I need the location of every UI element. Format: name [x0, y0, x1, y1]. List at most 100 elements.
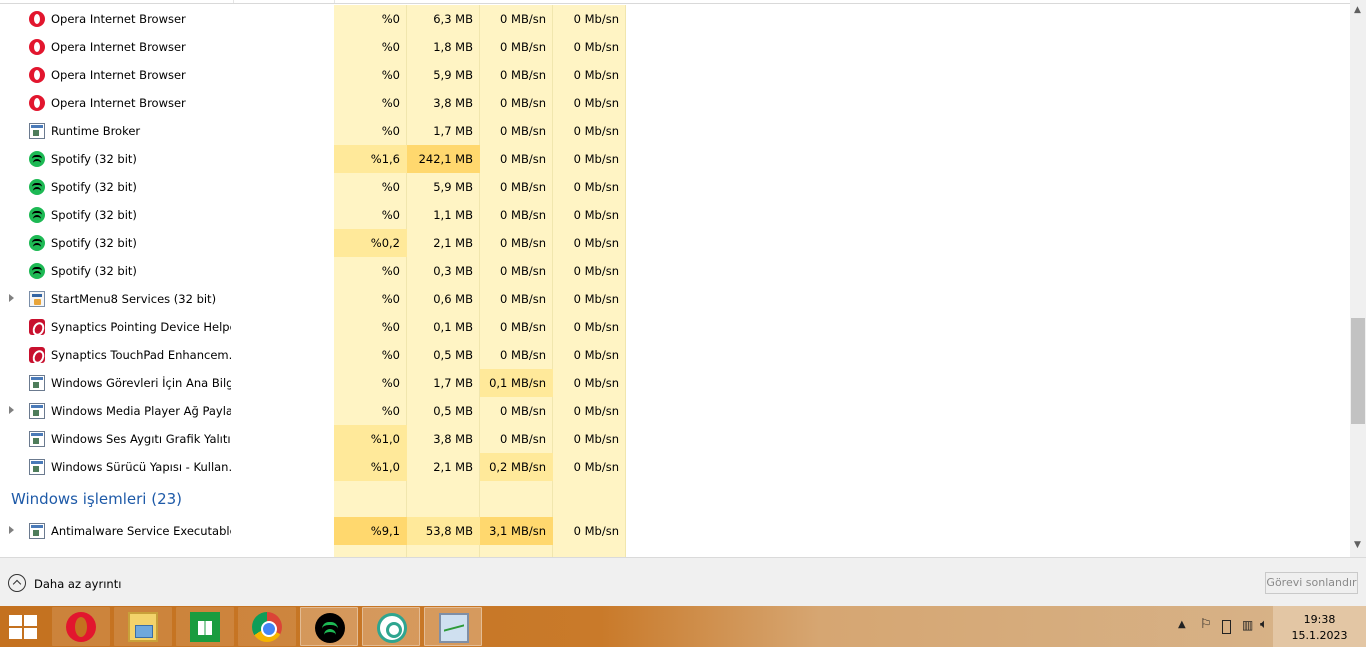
process-row[interactable]: Synaptics TouchPad Enhancem... %0 0,5 MB 0 … [0, 341, 1350, 369]
process-name: Opera Internet Browser [51, 96, 186, 110]
process-row[interactable]: Windows Ses Aygıtı Grafik Yalıtı... %1,0 3… [0, 425, 1350, 453]
process-row[interactable]: Opera Internet Browser %0 5,9 MB 0 MB/sn 0 M… [0, 61, 1350, 89]
process-name: Windows Görevleri İçin Ana Bilg... [51, 376, 231, 390]
volume-icon[interactable]: 🔈︎ [1260, 617, 1274, 632]
process-name: StartMenu8 Services (32 bit) [51, 292, 217, 306]
process-row[interactable]: Runtime Broker %0 1,7 MB 0 MB/sn 0 Mb/sn [0, 117, 1350, 145]
process-row[interactable]: Spotify (32 bit) %1,6 242,1 MB 0 MB/sn 0 Mb/… [0, 145, 1350, 173]
windows-start-icon[interactable] [9, 615, 39, 639]
cpu-value: %0 [381, 180, 400, 194]
chevron-up-circle-icon[interactable] [8, 574, 26, 592]
end-task-button[interactable]: Görevi sonlandır [1265, 572, 1358, 594]
store-taskbar-button[interactable] [176, 607, 234, 646]
process-name: Synaptics Pointing Device Helper [51, 320, 231, 334]
process-row[interactable]: Opera Internet Browser %0 3,8 MB 0 MB/sn 0 M… [0, 89, 1350, 117]
opera-taskbar-button[interactable] [52, 607, 110, 646]
process-row[interactable]: StartMenu8 Services (32 bit) %0 0,6 MB 0 MB… [0, 285, 1350, 313]
window-app-icon [29, 459, 45, 475]
cpu-value: %0 [381, 264, 400, 278]
memory-value: 53,8 MB [407, 517, 480, 545]
clock[interactable]: 19:38 15.1.2023 [1273, 606, 1366, 647]
memory-value: 1,7 MB [433, 124, 473, 138]
process-name: Spotify (32 bit) [51, 236, 137, 250]
spotify-icon [29, 179, 45, 195]
scroll-up-icon[interactable]: ▲ [1354, 5, 1361, 15]
disk-value: 0 MB/sn [500, 432, 546, 446]
process-name: Spotify (32 bit) [51, 180, 137, 194]
process-row[interactable]: Spotify (32 bit) %0,2 2,1 MB 0 MB/sn 0 Mb/sn [0, 229, 1350, 257]
taskbar [0, 606, 1366, 647]
chrome-taskbar-button[interactable] [238, 607, 296, 646]
task-manager-taskbar-button[interactable] [424, 607, 482, 646]
process-row[interactable]: Synaptics Pointing Device Helper %0 0,1 MB… [0, 313, 1350, 341]
spotify-icon [29, 151, 45, 167]
ccleaner-taskbar-button[interactable] [362, 607, 420, 646]
process-row[interactable]: Windows Media Player Ağ Payla... %0 0,5 MB… [0, 397, 1350, 425]
spotify-icon [29, 263, 45, 279]
scroll-down-icon[interactable]: ▼ [1354, 540, 1361, 550]
clock-date: 15.1.2023 [1291, 629, 1348, 642]
memory-value: 2,1 MB [433, 460, 473, 474]
disk-value: 0 MB/sn [500, 404, 546, 418]
memory-value: 1,8 MB [433, 40, 473, 54]
network-value: 0 Mb/sn [573, 292, 619, 306]
network-value: 0 Mb/sn [573, 68, 619, 82]
process-row[interactable]: Spotify (32 bit) %0 0,3 MB 0 MB/sn 0 Mb/sn [0, 257, 1350, 285]
disk-value: 0 MB/sn [500, 68, 546, 82]
vertical-scrollbar[interactable]: ▲ ▼ [1350, 0, 1366, 557]
opera-icon [29, 39, 45, 55]
memory-value: 1,7 MB [433, 376, 473, 390]
expand-arrow-icon[interactable] [9, 526, 14, 534]
network-value: 0 Mb/sn [573, 376, 619, 390]
window-app-icon [29, 123, 45, 139]
network-value: 0 Mb/sn [573, 152, 619, 166]
process-name: Antimalware Service Executable [51, 524, 231, 538]
flag-icon[interactable]: ⚐ [1200, 617, 1214, 632]
footer-bar: Daha az ayrıntı Görevi sonlandır [0, 557, 1366, 606]
process-row[interactable]: Opera Internet Browser %0 1,8 MB 0 MB/sn 0 M… [0, 33, 1350, 61]
network-value: 0 Mb/sn [573, 320, 619, 334]
header-divider [0, 3, 1350, 4]
process-row[interactable]: Windows Görevleri İçin Ana Bilg... %0 1,7 … [0, 369, 1350, 397]
disk-value: 0 MB/sn [500, 180, 546, 194]
process-row[interactable]: Spotify (32 bit) %0 1,1 MB 0 MB/sn 0 Mb/sn [0, 201, 1350, 229]
cpu-value: %9,1 [334, 517, 407, 545]
cpu-value: %0 [381, 12, 400, 26]
process-name: Spotify (32 bit) [51, 264, 137, 278]
cpu-value: %1,0 [334, 425, 407, 453]
battery-icon[interactable] [1222, 620, 1231, 634]
file-explorer-taskbar-button[interactable] [114, 607, 172, 646]
network-icon[interactable]: ▥ [1242, 618, 1256, 632]
fewer-details-link[interactable]: Daha az ayrıntı [34, 577, 121, 591]
windows-processes-group: Windows işlemleri (23) [0, 481, 1350, 517]
expand-arrow-icon[interactable] [9, 406, 14, 414]
cpu-value: %0 [381, 124, 400, 138]
store-taskbar-icon [190, 612, 220, 642]
process-name: Windows Media Player Ağ Payla... [51, 404, 231, 418]
chevron-up-icon[interactable]: ▲ [1178, 619, 1192, 633]
file-explorer-taskbar-icon [128, 612, 158, 642]
process-name: Spotify (32 bit) [51, 152, 137, 166]
spotify-taskbar-button[interactable] [300, 607, 358, 646]
startmenu-icon [29, 291, 45, 307]
window-app-icon [29, 375, 45, 391]
network-value: 0 Mb/sn [573, 180, 619, 194]
opera-icon [29, 11, 45, 27]
disk-value: 0 MB/sn [500, 292, 546, 306]
memory-value: 1,1 MB [433, 208, 473, 222]
process-name: Windows Sürücü Yapısı - Kullan... [51, 460, 231, 474]
scrollbar-thumb[interactable] [1351, 318, 1365, 424]
network-value: 0 Mb/sn [573, 404, 619, 418]
cpu-value: %0 [381, 292, 400, 306]
network-value: 0 Mb/sn [573, 432, 619, 446]
process-row[interactable]: Windows Sürücü Yapısı - Kullan... %1,0 2,1… [0, 453, 1350, 481]
network-value: 0 Mb/sn [573, 524, 619, 538]
expand-arrow-icon[interactable] [9, 294, 14, 302]
group-title: Windows işlemleri (23) [11, 490, 183, 508]
process-row[interactable]: Opera Internet Browser %0 6,3 MB 0 MB/sn 0 M… [0, 5, 1350, 33]
process-row[interactable]: Spotify (32 bit) %0 5,9 MB 0 MB/sn 0 Mb/sn [0, 173, 1350, 201]
window-app-icon [29, 523, 45, 539]
process-row[interactable]: Antimalware Service Executable %9,1 53,8 M… [0, 517, 1350, 545]
cpu-value: %0 [381, 96, 400, 110]
network-value: 0 Mb/sn [573, 460, 619, 474]
